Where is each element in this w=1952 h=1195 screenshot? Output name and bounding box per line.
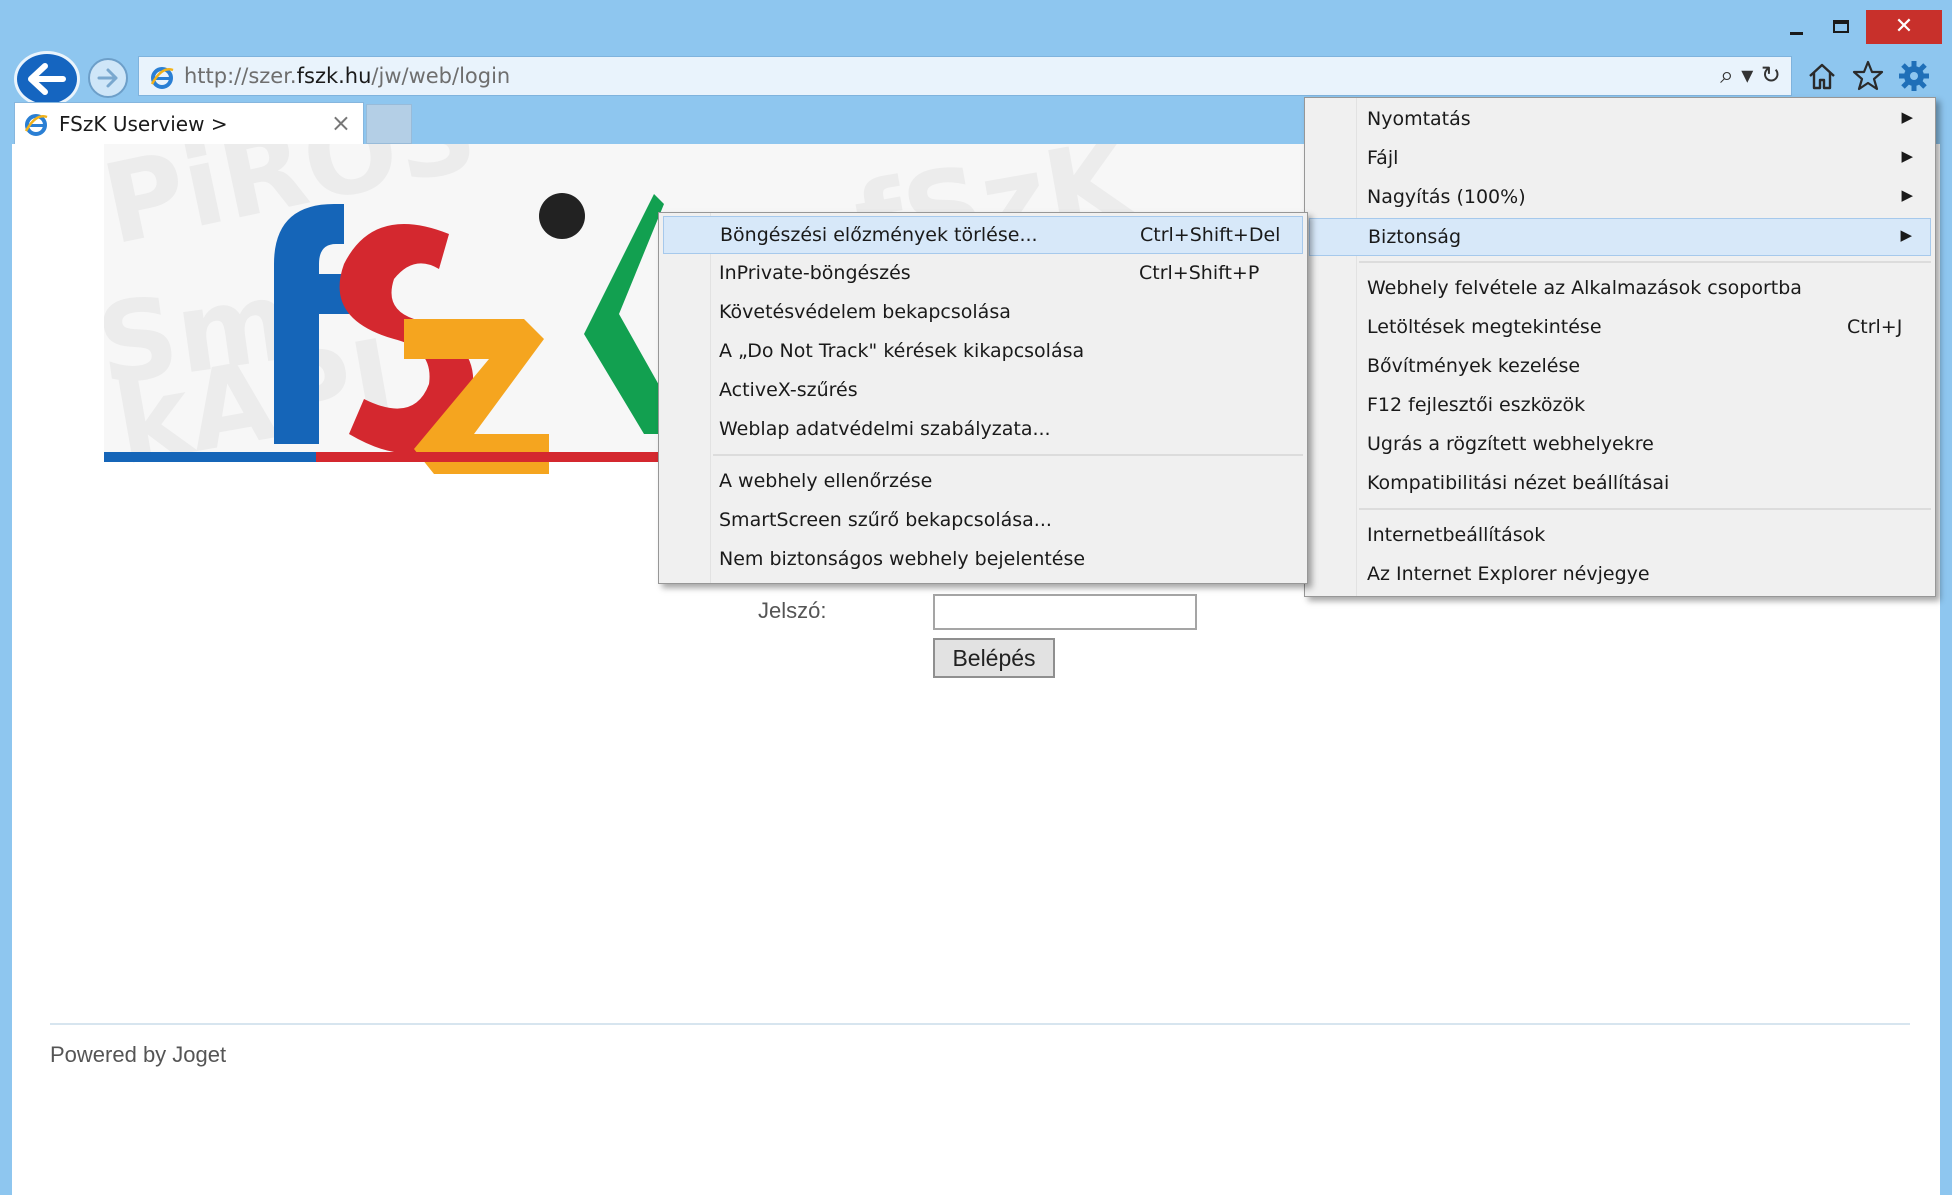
main_menu-item-label: F12 fejlesztői eszközök bbox=[1367, 394, 1586, 416]
sub_menu-item[interactable]: Weblap adatvédelmi szabályzata... bbox=[663, 411, 1303, 449]
main_menu-item[interactable]: Webhely felvétele az Alkalmazások csopor… bbox=[1309, 270, 1931, 308]
submenu-arrow-icon: ▶ bbox=[1901, 147, 1913, 165]
main_menu-item-label: Internetbeállítások bbox=[1367, 524, 1546, 546]
sub_menu-item-label: A „Do Not Track" kérések kikapcsolása bbox=[719, 340, 1085, 362]
sub_menu-item[interactable]: InPrivate-böngészés Ctrl+Shift+P bbox=[663, 255, 1303, 293]
password-input[interactable] bbox=[933, 594, 1197, 630]
security-submenu: Böngészési előzmények törlése... Ctrl+Shi… bbox=[658, 212, 1308, 584]
submenu-arrow-icon: ▶ bbox=[1901, 108, 1913, 126]
forward-arrow-icon bbox=[97, 68, 118, 88]
main_menu-item[interactable]: Biztonság ▶ bbox=[1309, 218, 1931, 256]
main_menu-item-label: Ugrás a rögzített webhelyekre bbox=[1367, 433, 1654, 455]
sub_menu-item-label: Weblap adatvédelmi szabályzata... bbox=[719, 418, 1051, 440]
submenu-arrow-icon: ▶ bbox=[1900, 226, 1912, 244]
sub_menu-item[interactable]: ActiveX-szűrés bbox=[663, 372, 1303, 410]
tab-close-icon[interactable]: × bbox=[331, 109, 351, 137]
navigation-bar: http://szer.fszk.hu/jw/web/login ⌕ ▾ ↻ bbox=[0, 48, 1952, 107]
submenu-arrow-icon: ▶ bbox=[1901, 186, 1913, 204]
maximize-icon bbox=[1833, 20, 1849, 33]
main_menu-item-label: Kompatibilitási nézet beállításai bbox=[1367, 472, 1670, 494]
close-window-button[interactable]: ✕ bbox=[1866, 10, 1942, 44]
sub_menu-item-shortcut: Ctrl+Shift+Del bbox=[1140, 224, 1281, 246]
password-label: Jelszó: bbox=[758, 598, 827, 623]
menu-separator bbox=[713, 454, 1303, 456]
main_menu-item-label: Az Internet Explorer névjegye bbox=[1367, 563, 1650, 585]
forward-button[interactable] bbox=[88, 58, 128, 98]
search-refresh-icons[interactable]: ⌕ ▾ ↻ bbox=[1720, 61, 1781, 89]
menu-separator bbox=[1359, 261, 1931, 263]
sub_menu-item[interactable]: A webhely ellenőrzése bbox=[663, 463, 1303, 501]
main_menu-item[interactable]: Nyomtatás ▶ bbox=[1309, 101, 1931, 139]
main_menu-item-label: Fájl bbox=[1367, 147, 1399, 169]
ie-tab-icon bbox=[24, 114, 48, 136]
main_menu-item-label: Webhely felvétele az Alkalmazások csopor… bbox=[1367, 277, 1802, 299]
settings-gear-icon[interactable] bbox=[1896, 58, 1932, 94]
main_menu-item[interactable]: Bővítmények kezelése bbox=[1309, 348, 1931, 386]
minimize-icon bbox=[1790, 32, 1803, 35]
sub_menu-item-label: Követésvédelem bekapcsolása bbox=[719, 301, 1011, 323]
main_menu-item-label: Nyomtatás bbox=[1367, 108, 1471, 130]
toolbar bbox=[1804, 58, 1944, 98]
sub_menu-item-label: Böngészési előzmények törlése... bbox=[720, 224, 1038, 246]
sub_menu-item-label: SmartScreen szűrő bekapcsolása... bbox=[719, 509, 1052, 531]
main_menu-item-label: Letöltések megtekintése bbox=[1367, 316, 1602, 338]
main_menu-item[interactable]: Ugrás a rögzített webhelyekre bbox=[1309, 426, 1931, 464]
minimize-button[interactable] bbox=[1776, 10, 1816, 44]
url-prefix: http://szer. bbox=[184, 64, 297, 88]
address-bar[interactable]: http://szer.fszk.hu/jw/web/login ⌕ ▾ ↻ bbox=[138, 56, 1792, 96]
tab-title: FSzK Userview > bbox=[59, 112, 228, 136]
main_menu-item[interactable]: Az Internet Explorer névjegye bbox=[1309, 556, 1931, 594]
sub_menu-item-label: InPrivate-böngészés bbox=[719, 262, 911, 284]
maximize-button[interactable] bbox=[1818, 10, 1864, 44]
main_menu-item[interactable]: Letöltések megtekintése Ctrl+J bbox=[1309, 309, 1931, 347]
sub_menu-item[interactable]: Követésvédelem bekapcsolása bbox=[663, 294, 1303, 332]
menu-separator bbox=[1359, 508, 1931, 510]
tab-fszk-userview[interactable]: FSzK Userview > × bbox=[14, 102, 364, 144]
login-button[interactable]: Belépés bbox=[933, 638, 1055, 678]
main_menu-item-label: Bővítmények kezelése bbox=[1367, 355, 1581, 377]
url-text[interactable]: http://szer.fszk.hu/jw/web/login bbox=[184, 64, 510, 88]
ie-favicon-icon bbox=[150, 67, 174, 89]
url-domain: fszk.hu bbox=[296, 64, 372, 88]
main_menu-item-label: Biztonság bbox=[1368, 226, 1462, 248]
main_menu-item[interactable]: Fájl ▶ bbox=[1309, 140, 1931, 178]
sub_menu-item-label: Nem biztonságos webhely bejelentése bbox=[719, 548, 1086, 570]
back-arrow-icon bbox=[28, 63, 66, 95]
sub_menu-item[interactable]: A „Do Not Track" kérések kikapcsolása bbox=[663, 333, 1303, 371]
browser-window: ✕ http://szer.fszk.hu/jw/web/login ⌕ ▾ ↻ bbox=[0, 0, 1952, 1195]
back-button[interactable] bbox=[14, 51, 80, 107]
tools-menu: Nyomtatás ▶ Fájl ▶ Nagyítás (100%) ▶ Biztonság… bbox=[1304, 97, 1936, 597]
main_menu-item-label: Nagyítás (100%) bbox=[1367, 186, 1526, 208]
close-icon: ✕ bbox=[1894, 14, 1914, 39]
home-icon[interactable] bbox=[1804, 58, 1840, 94]
footer-divider bbox=[50, 1023, 1910, 1025]
main_menu-item[interactable]: Nagyítás (100%) ▶ bbox=[1309, 179, 1931, 217]
sub_menu-item-label: ActiveX-szűrés bbox=[719, 379, 858, 401]
sub_menu-item-shortcut: Ctrl+Shift+P bbox=[1139, 262, 1260, 284]
main_menu-item-shortcut: Ctrl+J bbox=[1847, 316, 1903, 338]
footer-text: Powered by Joget bbox=[50, 1042, 227, 1067]
sub_menu-item[interactable]: SmartScreen szűrő bekapcsolása... bbox=[663, 502, 1303, 540]
sub_menu-item-label: A webhely ellenőrzése bbox=[719, 470, 933, 492]
main_menu-item[interactable]: Internetbeállítások bbox=[1309, 517, 1931, 555]
main_menu-item[interactable]: F12 fejlesztői eszközök bbox=[1309, 387, 1931, 425]
sub_menu-item[interactable]: Böngészési előzmények törlése... Ctrl+Shi… bbox=[663, 216, 1303, 254]
url-path: /jw/web/login bbox=[371, 64, 511, 88]
favorites-star-icon[interactable] bbox=[1850, 58, 1886, 94]
sub_menu-item[interactable]: Nem biztonságos webhely bejelentése bbox=[663, 541, 1303, 579]
new-tab-button[interactable] bbox=[366, 104, 412, 144]
main_menu-item[interactable]: Kompatibilitási nézet beállításai bbox=[1309, 465, 1931, 503]
